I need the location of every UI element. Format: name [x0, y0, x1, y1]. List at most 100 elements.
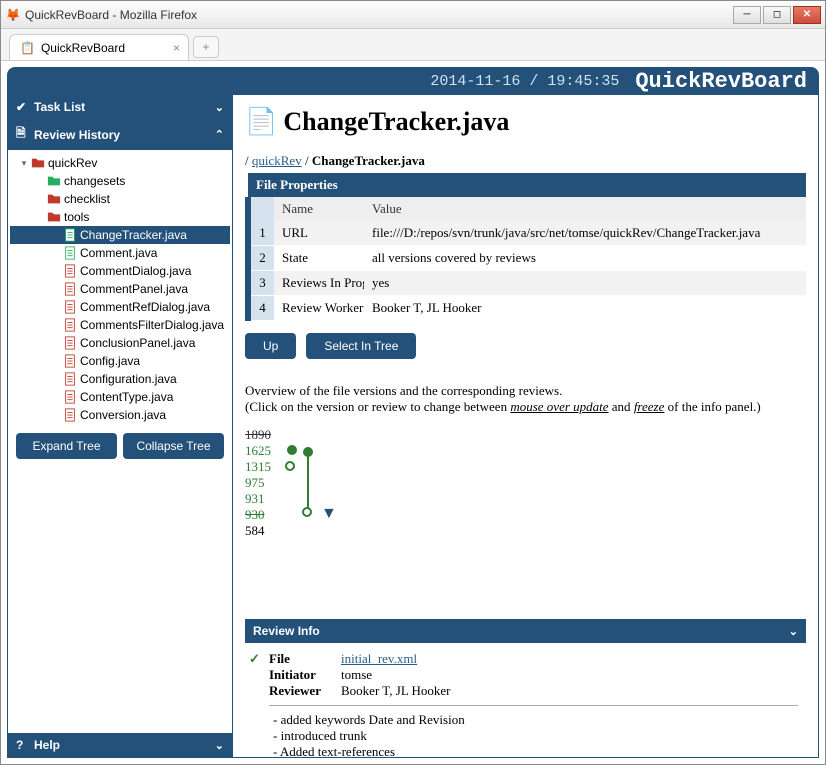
file-red-icon [62, 372, 78, 386]
tree-item[interactable]: Config.java [10, 352, 230, 370]
tree-item[interactable]: CommentDialog.java [10, 262, 230, 280]
checklist-icon: ✔ [16, 100, 30, 114]
col-name: Name [274, 197, 364, 221]
panel-help[interactable]: ? Help ⌄ [8, 733, 232, 757]
table-row: 1URLfile:///D:/repos/svn/trunk/java/src/… [248, 221, 806, 246]
file-green-icon [62, 228, 78, 242]
funnel-icon[interactable]: ▼ [321, 505, 337, 523]
version-link[interactable]: 1890 [245, 427, 271, 443]
app-header: 2014-11-16 / 19:45:35 QuickRevBoard [7, 67, 819, 95]
tree-item[interactable]: checklist [10, 190, 230, 208]
review-initiator: tomse [341, 667, 372, 683]
graph-ring[interactable] [285, 461, 295, 471]
tab-label: QuickRevBoard [41, 41, 125, 55]
version-link[interactable]: 930 [245, 507, 271, 523]
tree-item[interactable]: ▾quickRev [10, 154, 230, 172]
expand-tree-button[interactable]: Expand Tree [16, 433, 117, 459]
tree-item[interactable]: tools [10, 208, 230, 226]
tree-item[interactable]: CommentPanel.java [10, 280, 230, 298]
tree-item[interactable]: ContentType.java [10, 388, 230, 406]
tree-item[interactable]: ConclusionPanel.java [10, 334, 230, 352]
chevron-up-icon: ⌃ [215, 128, 224, 141]
file-properties-header: File Properties [248, 173, 806, 197]
tab-favicon: 📋 [20, 41, 35, 55]
graph-dot[interactable] [287, 445, 297, 455]
graph-dot[interactable] [303, 447, 313, 457]
version-link[interactable]: 931 [245, 491, 271, 507]
panel-review-history[interactable]: 🗎 Review History ⌃ [8, 119, 232, 150]
panel-task-list-label: Task List [34, 100, 85, 114]
help-icon: ? [16, 738, 30, 752]
file-icon: 📄 [245, 107, 277, 137]
version-link[interactable]: 584 [245, 523, 271, 539]
folder-red-icon [46, 192, 62, 206]
file-green-icon [62, 246, 78, 260]
file-red-icon [62, 390, 78, 404]
col-value: Value [364, 197, 806, 221]
file-properties-table: File Properties Name Value 1URLfile:///D… [245, 173, 806, 321]
chevron-down-icon: ⌄ [215, 739, 224, 752]
tree-item[interactable]: ChangeTracker.java [10, 226, 230, 244]
review-info-header[interactable]: Review Info ⌄ [245, 619, 806, 643]
folder-red-icon [46, 210, 62, 224]
firefox-icon: 🦊 [5, 7, 21, 23]
file-red-icon [62, 282, 78, 296]
table-row: 2Stateall versions covered by reviews [248, 246, 806, 271]
version-link[interactable]: 1625 [245, 443, 271, 459]
new-tab-button[interactable]: + [193, 36, 219, 58]
tree-item[interactable]: Conversion.java [10, 406, 230, 424]
folder-green-icon [46, 174, 62, 188]
sidebar: ✔ Task List ⌄ 🗎 Review History ⌃ ▾quickR… [8, 95, 233, 757]
header-timestamp: 2014-11-16 / 19:45:35 [430, 73, 619, 90]
tree-item[interactable]: Comment.java [10, 244, 230, 262]
minimize-button[interactable]: ─ [733, 6, 761, 24]
breadcrumb-root[interactable]: quickRev [252, 153, 302, 168]
tree-item[interactable]: Configuration.java [10, 370, 230, 388]
history-icon: 🗎 [16, 124, 30, 145]
file-red-icon [62, 318, 78, 332]
chevron-down-icon: ⌄ [215, 101, 224, 114]
window-title: QuickRevBoard - Mozilla Firefox [25, 8, 733, 22]
maximize-button[interactable]: ◻ [763, 6, 791, 24]
review-note: introduced trunk [273, 728, 798, 744]
panel-review-history-label: Review History [34, 128, 120, 142]
file-red-icon [62, 408, 78, 422]
header-brand: QuickRevBoard [635, 69, 807, 94]
review-file-link[interactable]: initial_rev.xml [341, 651, 417, 667]
tree-item[interactable]: changesets [10, 172, 230, 190]
overview-text: Overview of the file versions and the co… [245, 383, 806, 415]
review-info-body: ✓ Fileinitial_rev.xml Initiatortomse Rev… [245, 643, 806, 757]
collapse-tree-button[interactable]: Collapse Tree [123, 433, 224, 459]
page-title: 📄 ChangeTracker.java [245, 107, 806, 137]
graph-line [307, 451, 309, 513]
file-tree: ▾quickRevchangesetschecklisttoolsChangeT… [8, 150, 232, 425]
review-note: added keywords Date and Revision [273, 712, 798, 728]
tree-item[interactable]: CommentsFilterDialog.java [10, 316, 230, 334]
browser-tab[interactable]: 📋 QuickRevBoard × [9, 34, 189, 60]
file-red-icon [62, 354, 78, 368]
version-link[interactable]: 1315 [245, 459, 271, 475]
review-reviewer: Booker T, JL Hooker [341, 683, 451, 699]
version-link[interactable]: 975 [245, 475, 271, 491]
file-red-icon [62, 264, 78, 278]
table-row: 3Reviews In Progressyes [248, 271, 806, 296]
close-button[interactable]: ✕ [793, 6, 821, 24]
check-icon: ✓ [249, 651, 260, 667]
main-content: 📄 ChangeTracker.java / quickRev / Change… [233, 95, 818, 757]
chevron-down-icon: ⌄ [789, 625, 798, 638]
file-red-icon [62, 300, 78, 314]
panel-help-label: Help [34, 738, 60, 752]
panel-task-list[interactable]: ✔ Task List ⌄ [8, 95, 232, 119]
up-button[interactable]: Up [245, 333, 296, 359]
version-graph: 189016251315975931930584 ▼ [245, 427, 806, 539]
window-titlebar: 🦊 QuickRevBoard - Mozilla Firefox ─ ◻ ✕ [1, 1, 825, 29]
breadcrumb-leaf: ChangeTracker.java [312, 153, 425, 168]
tree-item[interactable]: CommentRefDialog.java [10, 298, 230, 316]
select-in-tree-button[interactable]: Select In Tree [306, 333, 416, 359]
browser-tabbar: 📋 QuickRevBoard × + [1, 29, 825, 61]
breadcrumb: / quickRev / ChangeTracker.java [245, 153, 806, 169]
graph-ring[interactable] [302, 507, 312, 517]
tab-close-icon[interactable]: × [173, 41, 180, 55]
folder-red-icon [30, 156, 46, 170]
table-row: 4Review WorkersBooker T, JL Hooker [248, 296, 806, 321]
